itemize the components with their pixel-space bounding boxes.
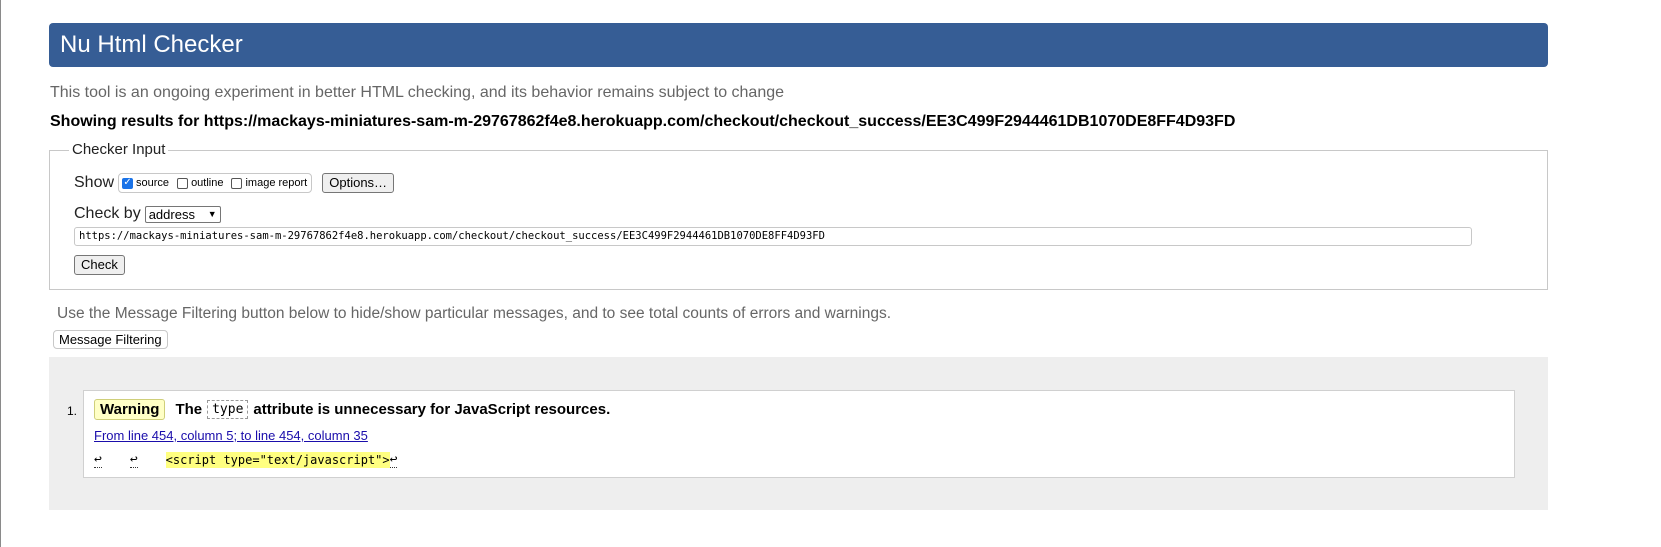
show-options-group: ✓ source outline image report [118,173,313,193]
message-code: type [207,400,249,419]
message-number: 1. [67,404,78,418]
left-border [0,0,1,547]
source-checkbox[interactable]: ✓ [122,177,134,189]
page-header: Nu Html Checker [49,23,1548,67]
source-extract: ↩ ↩ <script type="text/javascript"> ↩ [94,452,398,468]
check-by-select[interactable]: address ▼ [144,205,221,223]
message-text-after: attribute is unnecessary for JavaScript … [253,401,611,418]
option-source-label: source [136,177,170,189]
show-row: Show ✓ source outline image report Optio… [74,173,395,193]
option-source[interactable]: ✓ source [122,177,169,189]
image-report-checkbox[interactable] [231,177,243,189]
message-text-before: The [175,401,203,418]
check-by-row: Check by address ▼ [74,205,221,223]
option-outline[interactable]: outline [177,177,223,189]
warning-badge: Warning [94,399,166,420]
option-image-report[interactable]: image report [231,177,307,189]
page-title: Nu Html Checker [60,31,243,58]
check-by-value: address [148,206,195,222]
option-image-report-label: image report [245,177,308,189]
url-input[interactable]: https://mackays-miniatures-sam-m-2976786… [74,227,1472,246]
linefeed-icon: ↩ [129,452,138,468]
checker-input-fieldset [49,150,1548,290]
location-link[interactable]: From line 454, column 5; to line 454, co… [94,428,368,443]
outline-checkbox[interactable] [177,177,189,189]
extract-highlight: <script type="text/javascript"> [165,452,390,468]
show-label: Show [74,174,115,191]
message-filtering-button[interactable]: Message Filtering [53,330,168,349]
message-heading: Warning The type attribute is unnecessar… [94,399,610,420]
check-button[interactable]: Check [74,255,125,275]
showing-results: Showing results for https://mackays-mini… [50,113,1236,130]
check-by-label: Check by [74,205,141,222]
checker-input-legend: Checker Input [69,141,169,158]
option-outline-label: outline [191,177,224,189]
intro-text: This tool is an ongoing experiment in be… [50,84,785,101]
linefeed-icon: ↩ [94,452,102,468]
chevron-down-icon: ▼ [207,209,217,219]
linefeed-icon: ↩ [389,452,398,468]
options-button[interactable]: Options… [322,173,395,193]
filter-note: Use the Message Filtering button below t… [57,305,892,322]
